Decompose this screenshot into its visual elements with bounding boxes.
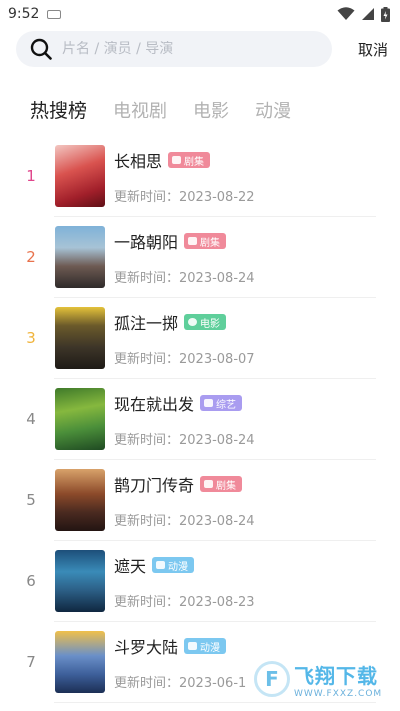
- tag-badge: 剧集: [168, 152, 211, 168]
- tag-label: 剧集: [184, 156, 205, 168]
- signal-icon: [362, 8, 374, 20]
- keyboard-icon: [47, 9, 62, 19]
- item-title: 一路朝阳: [114, 233, 179, 252]
- poster-image: [55, 307, 105, 369]
- cancel-button[interactable]: 取消: [358, 39, 388, 60]
- update-label: 更新时间：: [114, 271, 180, 286]
- poster-image: [55, 388, 105, 450]
- rank-number: 2: [26, 248, 36, 266]
- title-line: 孤注一掷 电影: [114, 310, 227, 334]
- poster-image: [55, 226, 105, 288]
- tag-badge: 综艺: [200, 395, 243, 411]
- tab-hot-search[interactable]: 热搜榜: [30, 96, 87, 123]
- title-line: 现在就出发 综艺: [114, 391, 243, 415]
- title-line: 斗罗大陆 动漫: [114, 634, 227, 658]
- list-item[interactable]: 1 长相思 剧集 更新时间：2023-08-22: [0, 136, 400, 217]
- update-time: 更新时间：2023-08-22: [114, 186, 255, 205]
- search-input[interactable]: [62, 41, 312, 57]
- item-title: 长相思: [114, 152, 163, 171]
- ranking-list: 1 长相思 剧集 更新时间：2023-08-22 2 一路朝阳 剧集 更新时间：…: [0, 136, 400, 703]
- poster-image: [55, 631, 105, 693]
- tag-label: 剧集: [216, 480, 237, 492]
- rank-number: 4: [26, 410, 36, 428]
- update-date: 2023-08-22: [179, 190, 255, 205]
- update-time: 更新时间：2023-08-24: [114, 510, 255, 529]
- rank-number: 7: [26, 653, 36, 671]
- list-item[interactable]: 2 一路朝阳 剧集 更新时间：2023-08-24: [0, 217, 400, 298]
- update-label: 更新时间：: [114, 352, 180, 367]
- update-label: 更新时间：: [114, 433, 180, 448]
- update-time: 更新时间：2023-08-24: [114, 429, 255, 448]
- watermark-url: WWW.FXXZ.COM: [294, 688, 383, 699]
- item-title: 孤注一掷: [114, 314, 179, 333]
- watermark: F 飞翔下载 WWW.FXXZ.COM: [254, 656, 394, 702]
- list-item[interactable]: 5 鹊刀门传奇 剧集 更新时间：2023-08-24: [0, 460, 400, 541]
- tag-badge: 动漫: [184, 638, 227, 654]
- update-date: 2023-08-24: [179, 271, 255, 286]
- update-label: 更新时间：: [114, 676, 180, 691]
- update-date: 2023-08-24: [179, 514, 255, 529]
- tv-icon: [172, 156, 182, 164]
- cat-icon: [156, 561, 166, 569]
- tag-badge: 剧集: [200, 476, 243, 492]
- cat-icon: [188, 642, 198, 650]
- poster-image: [55, 145, 105, 207]
- update-time: 更新时间：2023-08-24: [114, 267, 255, 286]
- battery-icon: [381, 6, 390, 22]
- update-label: 更新时间：: [114, 595, 180, 610]
- list-item[interactable]: 3 孤注一掷 电影 更新时间：2023-08-07: [0, 298, 400, 379]
- tag-label: 电影: [200, 318, 221, 330]
- wifi-icon: [337, 7, 355, 20]
- update-time: 更新时间：2023-08-23: [114, 591, 255, 610]
- tag-label: 综艺: [216, 399, 237, 411]
- poster-image: [55, 469, 105, 531]
- tv-icon: [188, 237, 198, 245]
- film-reel-icon: [188, 318, 198, 326]
- update-date: 2023-06-1: [179, 676, 247, 691]
- update-label: 更新时间：: [114, 514, 180, 529]
- update-label: 更新时间：: [114, 190, 180, 205]
- update-date: 2023-08-23: [179, 595, 255, 610]
- rank-number: 6: [26, 572, 36, 590]
- rank-number: 1: [26, 167, 36, 185]
- category-tabs: 热搜榜 电视剧 电影 动漫: [30, 96, 317, 123]
- tag-label: 剧集: [200, 237, 221, 249]
- search-icon: [30, 38, 52, 60]
- tab-tv-series[interactable]: 电视剧: [113, 97, 167, 123]
- tag-badge: 动漫: [152, 557, 195, 573]
- status-icons: [337, 6, 390, 22]
- tab-anime[interactable]: 动漫: [255, 97, 291, 123]
- watermark-text: 飞翔下载 WWW.FXXZ.COM: [294, 660, 382, 699]
- item-title: 鹊刀门传奇: [114, 476, 195, 495]
- poster-image: [55, 550, 105, 612]
- item-title: 遮天: [114, 557, 147, 576]
- watermark-logo-icon: F: [254, 661, 290, 697]
- update-date: 2023-08-24: [179, 433, 255, 448]
- tag-badge: 剧集: [184, 233, 227, 249]
- item-title: 斗罗大陆: [114, 638, 179, 657]
- title-line: 一路朝阳 剧集: [114, 229, 227, 253]
- list-item[interactable]: 4 现在就出发 综艺 更新时间：2023-08-24: [0, 379, 400, 460]
- tag-badge: 电影: [184, 314, 227, 330]
- status-bar: 9:52: [0, 0, 400, 28]
- search-box[interactable]: [16, 31, 332, 67]
- item-title: 现在就出发: [114, 395, 195, 414]
- search-row: 取消: [16, 31, 388, 67]
- tag-label: 动漫: [168, 561, 189, 573]
- tag-label: 动漫: [200, 642, 221, 654]
- update-time: 更新时间：2023-06-1: [114, 672, 246, 691]
- update-date: 2023-08-07: [179, 352, 255, 367]
- tv-icon: [204, 480, 214, 488]
- star-icon: [204, 399, 214, 407]
- list-item[interactable]: 6 遮天 动漫 更新时间：2023-08-23: [0, 541, 400, 622]
- rank-number: 5: [26, 491, 36, 509]
- title-line: 鹊刀门传奇 剧集: [114, 472, 243, 496]
- status-time: 9:52: [8, 6, 40, 22]
- rank-number: 3: [26, 329, 36, 347]
- tab-movie[interactable]: 电影: [193, 97, 229, 123]
- update-time: 更新时间：2023-08-07: [114, 348, 255, 367]
- watermark-logo-text: 飞翔下载: [294, 663, 378, 688]
- title-line: 长相思 剧集: [114, 148, 211, 172]
- title-line: 遮天 动漫: [114, 553, 195, 577]
